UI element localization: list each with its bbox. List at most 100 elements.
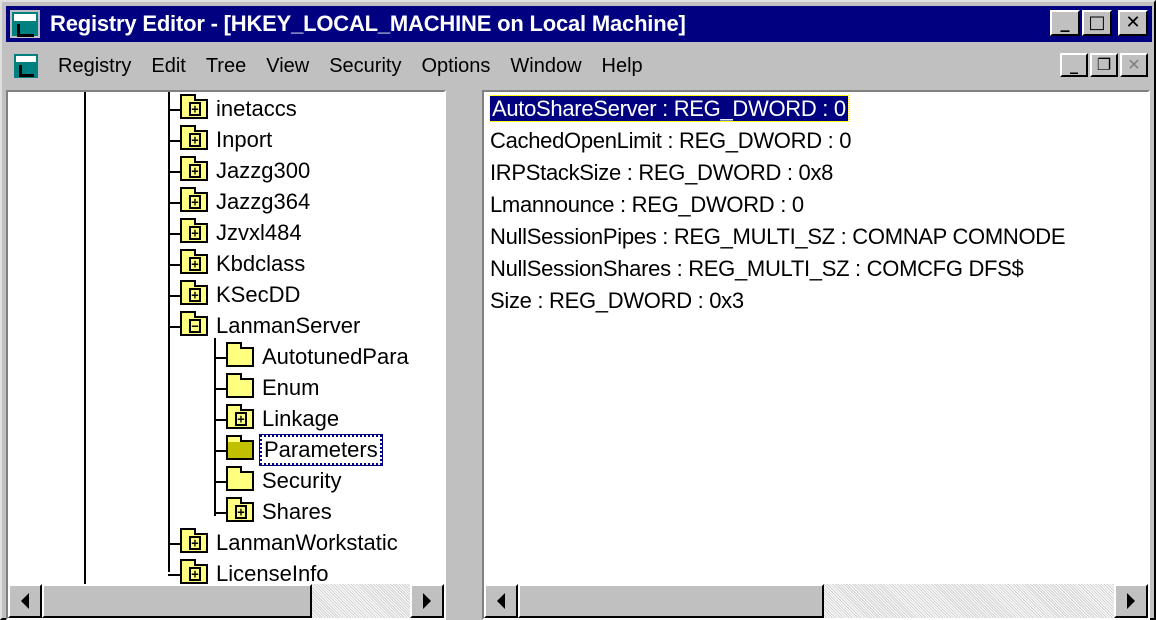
tree-connector-line	[168, 109, 180, 111]
tree-node-label: Kbdclass	[216, 251, 306, 276]
tree-node-label: Inport	[216, 127, 273, 152]
menu-view[interactable]: View	[266, 55, 309, 78]
tree-node-lanmanworkstatic[interactable]: + LanmanWorkstatic	[180, 528, 400, 558]
minimize-button[interactable]: _	[1050, 10, 1080, 36]
tree-node-label: Linkage	[262, 406, 340, 431]
menu-options[interactable]: Options	[421, 55, 490, 78]
window-title: Registry Editor - [HKEY_LOCAL_MACHINE on…	[50, 11, 686, 36]
scroll-right-button[interactable]	[410, 584, 444, 618]
scroll-thumb[interactable]	[42, 584, 312, 618]
value-item[interactable]: Size : REG_DWORD : 0x3	[486, 286, 1148, 318]
values-horizontal-scrollbar[interactable]	[484, 584, 1148, 618]
tree-node-parameters[interactable]: Parameters	[226, 434, 383, 466]
value-item[interactable]: NullSessionPipes : REG_MULTI_SZ : COMNAP…	[486, 222, 1148, 254]
expand-plus-icon[interactable]: +	[189, 102, 201, 116]
tree-node-label: KSecDD	[216, 282, 301, 307]
folder-icon	[226, 373, 254, 398]
tree-connector-line	[168, 326, 180, 328]
tree-node-label: Parameters	[259, 434, 383, 466]
folder-icon: +	[180, 528, 208, 553]
tree-connector-line	[214, 481, 226, 483]
menu-security[interactable]: Security	[329, 55, 401, 78]
expand-plus-icon[interactable]: +	[189, 164, 201, 178]
expand-plus-icon[interactable]: +	[189, 257, 201, 271]
menu-window[interactable]: Window	[510, 55, 581, 78]
tree-node-lanmanserver[interactable]: − LanmanServer	[180, 311, 362, 341]
regedit-app-icon[interactable]	[10, 10, 40, 38]
open-folder-icon	[226, 435, 254, 460]
tree-node-inport[interactable]: + Inport	[180, 125, 274, 155]
mdi-child-icon[interactable]	[12, 52, 40, 80]
menu-registry[interactable]: Registry	[58, 55, 131, 78]
tree-node-jazzg300[interactable]: + Jazzg300	[180, 156, 312, 186]
tree-node-jzvxl484[interactable]: + Jzvxl484	[180, 218, 304, 248]
tree-node-inetaccs[interactable]: + inetaccs	[180, 94, 299, 124]
folder-icon: +	[180, 125, 208, 150]
folder-icon: +	[180, 218, 208, 243]
menu-tree[interactable]: Tree	[206, 55, 246, 78]
tree-node-label: inetaccs	[216, 96, 297, 121]
tree-node-kbdclass[interactable]: + Kbdclass	[180, 249, 307, 279]
value-item[interactable]: NullSessionShares : REG_MULTI_SZ : COMCF…	[486, 254, 1148, 286]
scroll-right-button[interactable]	[1114, 584, 1148, 618]
value-item[interactable]: CachedOpenLimit : REG_DWORD : 0	[486, 126, 1148, 158]
menu-edit[interactable]: Edit	[151, 55, 185, 78]
value-item[interactable]: Lmannounce : REG_DWORD : 0	[486, 190, 1148, 222]
expand-plus-icon[interactable]: +	[189, 195, 201, 209]
tree-connector-line	[168, 543, 180, 545]
scroll-left-button[interactable]	[8, 584, 42, 618]
tree-node-label: Security	[262, 468, 342, 493]
mdi-close-button[interactable]: ✕	[1120, 53, 1148, 77]
tree-node-enum[interactable]: Enum	[226, 373, 321, 403]
folder-icon: +	[226, 404, 254, 429]
tree-connector-line	[214, 419, 226, 421]
expand-plus-icon[interactable]: +	[189, 567, 201, 581]
tree-horizontal-scrollbar[interactable]	[8, 584, 444, 618]
title-bar[interactable]: Registry Editor - [HKEY_LOCAL_MACHINE on…	[6, 6, 1152, 42]
arrow-left-icon	[21, 593, 29, 609]
values-list: AutoShareServer : REG_DWORD : 0 CachedOp…	[486, 94, 1148, 582]
expand-plus-icon[interactable]: +	[189, 536, 201, 550]
value-item[interactable]: AutoShareServer : REG_DWORD : 0	[486, 94, 1148, 126]
scroll-thumb[interactable]	[518, 584, 824, 618]
registry-editor-window: Registry Editor - [HKEY_LOCAL_MACHINE on…	[0, 0, 1156, 620]
tree-connector-line	[168, 264, 180, 266]
folder-icon: +	[226, 497, 254, 522]
menu-help[interactable]: Help	[602, 55, 643, 78]
expand-plus-icon[interactable]: +	[189, 226, 201, 240]
close-button[interactable]: ✕	[1118, 10, 1148, 36]
tree-node-ksecdd[interactable]: + KSecDD	[180, 280, 302, 310]
tree-node-linkage[interactable]: + Linkage	[226, 404, 341, 434]
mdi-minimize-button[interactable]: _	[1060, 53, 1088, 77]
tree-connector-line	[214, 357, 226, 359]
collapse-minus-icon[interactable]: −	[189, 319, 201, 333]
tree-node-label: Jazzg364	[216, 189, 311, 214]
tree-connector-line	[168, 295, 180, 297]
expand-plus-icon[interactable]: +	[235, 412, 247, 426]
tree-connector-line	[168, 171, 180, 173]
tree-node-security[interactable]: Security	[226, 466, 343, 496]
expand-plus-icon[interactable]: +	[189, 133, 201, 147]
folder-icon	[226, 466, 254, 491]
mdi-buttons: _ ❐ ✕	[1060, 53, 1148, 77]
tree-node-label: LanmanServer	[216, 313, 361, 338]
mdi-restore-button[interactable]: ❐	[1090, 53, 1118, 77]
expand-plus-icon[interactable]: +	[235, 505, 247, 519]
folder-icon: +	[180, 187, 208, 212]
tree-node-label: Jazzg300	[216, 158, 311, 183]
tree-node-autotunedpara[interactable]: AutotunedPara	[226, 342, 411, 372]
tree-node-shares[interactable]: + Shares	[226, 497, 334, 527]
pane-splitter[interactable]	[446, 90, 482, 620]
maximize-button[interactable]: □	[1082, 10, 1112, 36]
expand-plus-icon[interactable]: +	[189, 288, 201, 302]
tree-node-label: Shares	[262, 499, 332, 524]
folder-icon: +	[180, 249, 208, 274]
folder-icon: +	[180, 156, 208, 181]
folder-icon: +	[180, 280, 208, 305]
folder-icon	[226, 342, 254, 367]
tree-node-jazzg364[interactable]: + Jazzg364	[180, 187, 312, 217]
scroll-left-button[interactable]	[484, 584, 518, 618]
tree-node-label: AutotunedPara	[262, 344, 409, 369]
folder-icon: +	[180, 94, 208, 119]
value-item[interactable]: IRPStackSize : REG_DWORD : 0x8	[486, 158, 1148, 190]
